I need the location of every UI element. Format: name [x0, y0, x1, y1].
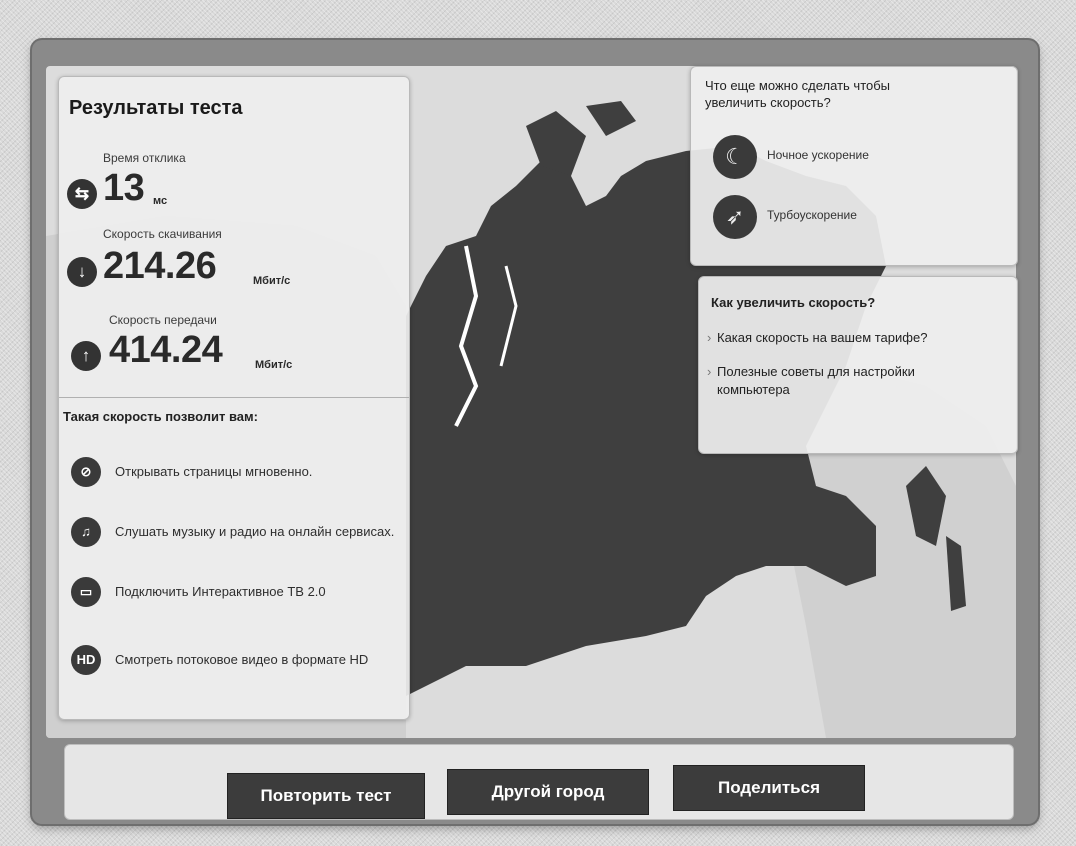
action-bar: Повторить тест Другой город Поделиться: [64, 744, 1014, 820]
another-city-button[interactable]: Другой город: [447, 769, 649, 815]
ping-label: Время отклика: [103, 151, 186, 165]
hd-icon: HD: [71, 645, 101, 675]
rocket-icon: ➶: [713, 195, 757, 239]
feature-text: Смотреть потоковое видео в формате HD: [115, 652, 369, 667]
how-to-increase-panel: Как увеличить скорость? › Какая скорость…: [698, 276, 1018, 454]
how-title: Как увеличить скорость?: [711, 295, 876, 310]
feature-text: Подключить Интерактивное ТВ 2.0: [115, 584, 326, 599]
share-button[interactable]: Поделиться: [673, 765, 865, 811]
upload-unit: Мбит/с: [255, 359, 293, 371]
upload-arrow-icon: ↑: [71, 341, 101, 371]
feature-text: Слушать музыку и радио на онлайн сервиса…: [115, 524, 395, 539]
divider: [59, 397, 409, 398]
download-arrow-icon: ↓: [67, 257, 97, 287]
repeat-test-button[interactable]: Повторить тест: [227, 773, 425, 819]
turbo-boost-label[interactable]: Турбоускорение: [767, 208, 857, 222]
tv-icon: ▭: [71, 577, 101, 607]
tariff-speed-label[interactable]: Какая скорость на вашем тарифе?: [717, 330, 927, 345]
download-value: 214.26: [103, 245, 217, 287]
download-unit: Мбит/с: [253, 275, 291, 287]
ping-unit: мс: [153, 195, 168, 207]
results-title: Результаты теста: [69, 97, 243, 119]
upload-label: Скорость передачи: [109, 313, 217, 327]
tariff-speed-link[interactable]: › Какая скорость на вашем тарифе?: [707, 329, 987, 347]
pc-tips-label[interactable]: Полезные советы для настройки компьютера: [717, 364, 915, 397]
pc-tips-link[interactable]: › Полезные советы для настройки компьюте…: [707, 363, 987, 399]
ping-value: 13: [103, 167, 145, 209]
ping-icon: ⇆: [67, 179, 97, 209]
upload-value: 414.24: [109, 329, 223, 371]
feature-text: Открывать страницы мгновенно.: [115, 464, 313, 479]
speed-tips-panel: Что еще можно сделать чтобы увеличить ск…: [690, 66, 1018, 266]
music-icon: ♫: [71, 517, 101, 547]
night-boost-label[interactable]: Ночное ускорение: [767, 148, 869, 162]
moon-icon: ☾: [713, 135, 757, 179]
allows-title: Такая скорость позволит вам:: [63, 409, 258, 424]
chevron-right-icon: ›: [707, 364, 712, 379]
browser-icon: ⊘: [71, 457, 101, 487]
download-label: Скорость скачивания: [103, 227, 222, 241]
chevron-right-icon: ›: [707, 330, 712, 345]
results-panel: Результаты теста Время отклика ⇆ 13 мс С…: [58, 76, 410, 720]
tips-title: Что еще можно сделать чтобы увеличить ск…: [705, 78, 891, 110]
